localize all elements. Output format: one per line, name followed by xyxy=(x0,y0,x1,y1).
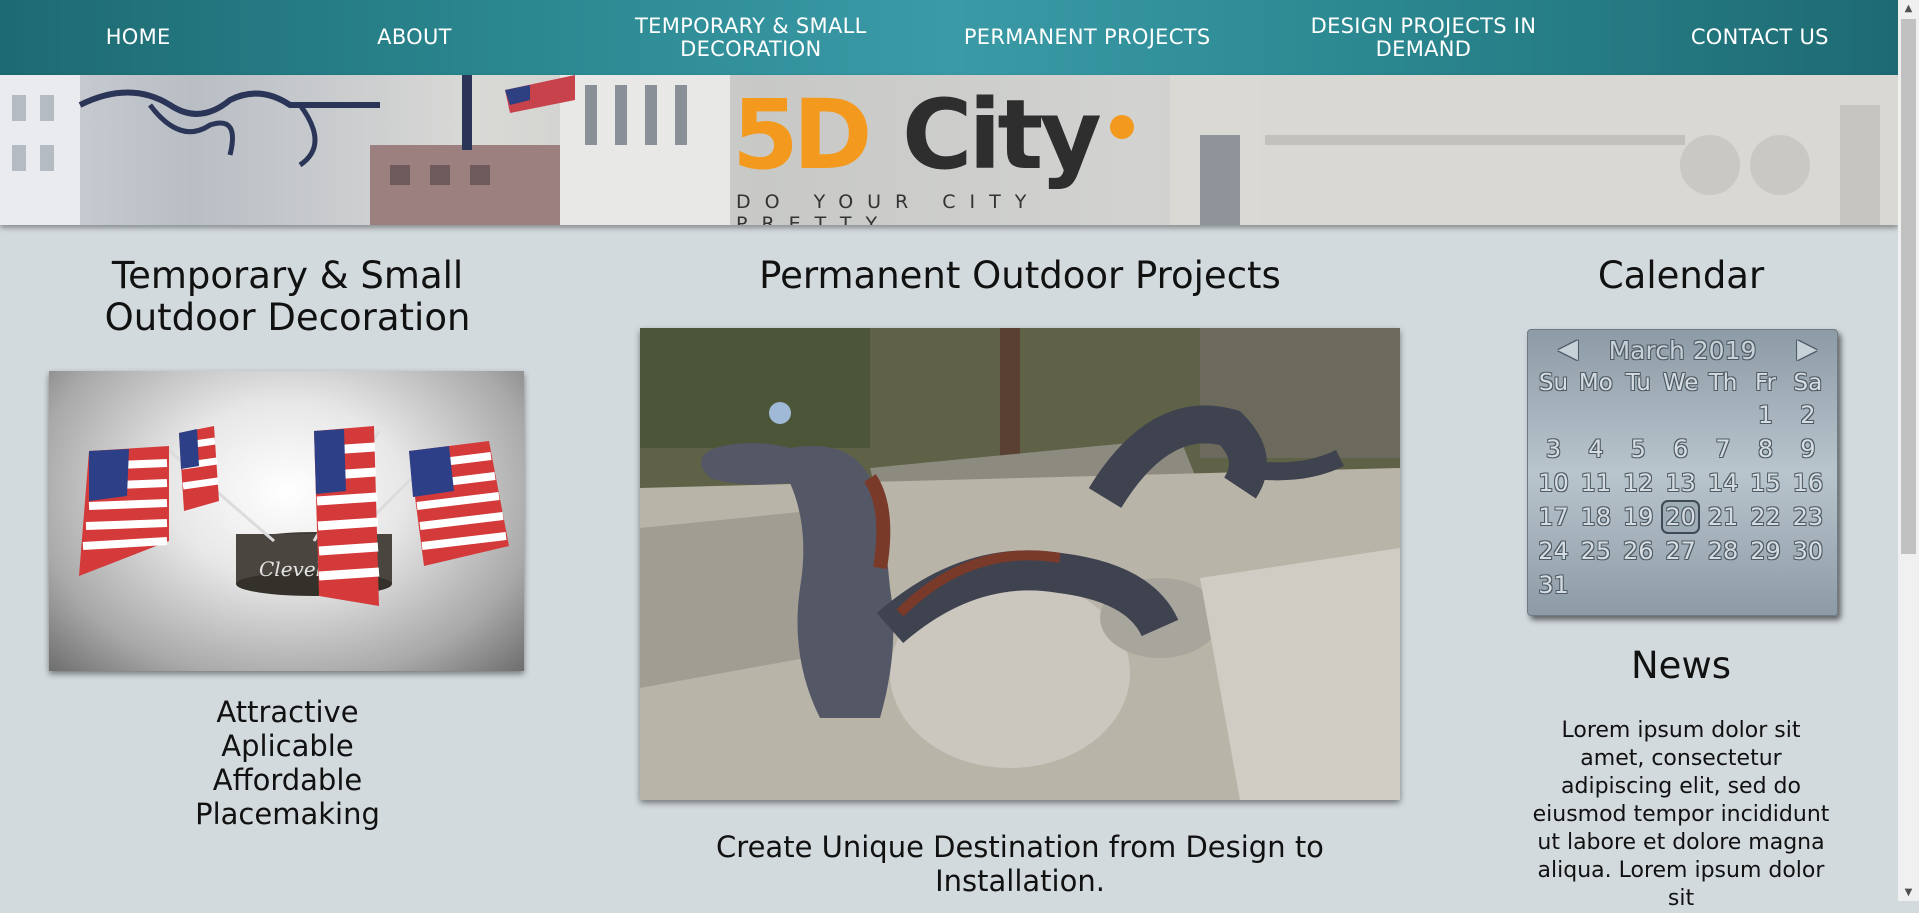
calendar-day[interactable]: 26 xyxy=(1619,534,1658,568)
calendar-week-row: 24 25 26 27 28 29 30 xyxy=(1534,534,1831,568)
temporary-decoration-heading: Temporary & Small Outdoor Decoration xyxy=(104,254,471,339)
calendar-day[interactable]: 21 xyxy=(1704,500,1743,534)
calendar-grid: Su Mo Tu We Th Fr Sa 1 2 3 4 5 6 7 8 9 1… xyxy=(1534,368,1831,602)
calendar-day[interactable]: 31 xyxy=(1534,568,1573,602)
calendar-day[interactable]: 23 xyxy=(1788,500,1827,534)
logo-dot xyxy=(1110,115,1134,139)
logo-city-text: City xyxy=(902,79,1102,191)
page-scrollbar[interactable]: ▲ ▼ xyxy=(1898,0,1919,901)
calendar-day[interactable]: 22 xyxy=(1746,500,1785,534)
calendar-day[interactable]: 16 xyxy=(1788,466,1827,500)
calendar-heading: Calendar xyxy=(1597,254,1765,297)
calendar-day[interactable]: 10 xyxy=(1534,466,1573,500)
calendar-day xyxy=(1746,568,1785,602)
calendar-week-row: 10 11 12 13 14 15 16 xyxy=(1534,466,1831,500)
calendar-day-today[interactable]: 20 xyxy=(1661,500,1701,534)
weekday-label: Fr xyxy=(1754,370,1776,396)
calendar-day[interactable]: 14 xyxy=(1704,466,1743,500)
weekday-label: Th xyxy=(1708,370,1738,396)
calendar-day[interactable]: 13 xyxy=(1661,466,1700,500)
calendar-week-row: 17 18 19 20 21 22 23 xyxy=(1534,500,1831,534)
calendar-day[interactable]: 29 xyxy=(1746,534,1785,568)
weekday-label: We xyxy=(1662,370,1699,396)
calendar-day[interactable]: 7 xyxy=(1704,432,1743,466)
calendar-day xyxy=(1576,568,1615,602)
calendar-day[interactable]: 11 xyxy=(1576,466,1615,500)
calendar-day[interactable]: 2 xyxy=(1788,398,1827,432)
weekday-label: Tu xyxy=(1625,370,1651,396)
benefit-placemaking: Placemaking xyxy=(195,797,380,831)
calendar-day xyxy=(1619,568,1658,602)
calendar-weekday-row: Su Mo Tu We Th Fr Sa xyxy=(1534,368,1831,398)
calendar-day xyxy=(1704,398,1743,432)
weekday-label: Su xyxy=(1538,370,1569,396)
calendar-day[interactable]: 30 xyxy=(1788,534,1827,568)
permanent-projects-caption: Create Unique Destination from Design to… xyxy=(716,830,1324,898)
cleveland-logo-text: Clevel xyxy=(259,557,322,581)
calendar-day xyxy=(1534,398,1573,432)
header-banner: 5D City DO YOUR CITY PRETTY xyxy=(0,75,1898,225)
calendar-day[interactable]: 3 xyxy=(1534,432,1573,466)
calendar-day[interactable]: 1 xyxy=(1746,398,1785,432)
logo-tagline: DO YOUR CITY PRETTY xyxy=(736,191,1041,225)
calendar-day xyxy=(1661,398,1700,432)
calendar-day[interactable]: 6 xyxy=(1661,432,1700,466)
calendar-day[interactable]: 8 xyxy=(1746,432,1785,466)
benefit-aplicable: Aplicable xyxy=(221,729,354,763)
site-logo[interactable]: 5D City DO YOUR CITY PRETTY xyxy=(732,79,1168,225)
calendar-day[interactable]: 28 xyxy=(1704,534,1743,568)
scroll-up-icon[interactable]: ▲ xyxy=(1898,0,1919,17)
calendar-day[interactable]: 27 xyxy=(1661,534,1700,568)
nav-design-projects[interactable]: DESIGN PROJECTS IN DEMAND xyxy=(1225,14,1621,61)
calendar-day[interactable]: 18 xyxy=(1576,500,1615,534)
flags-product-image[interactable]: Clevel xyxy=(49,371,524,671)
calendar-week-row: 31 xyxy=(1534,568,1831,602)
calendar-day[interactable]: 9 xyxy=(1788,432,1827,466)
logo-5d-mark: 5D xyxy=(732,79,873,191)
calendar-day xyxy=(1576,398,1615,432)
benefit-attractive: Attractive xyxy=(216,695,359,729)
dragon-sculpture-image[interactable] xyxy=(640,328,1400,800)
calendar-day[interactable]: 17 xyxy=(1534,500,1573,534)
nav-temporary-decoration[interactable]: TEMPORARY & SMALL DECORATION xyxy=(553,14,949,61)
calendar-day[interactable]: 4 xyxy=(1576,432,1615,466)
calendar-day[interactable]: 19 xyxy=(1619,500,1658,534)
scrollbar-thumb[interactable] xyxy=(1901,19,1916,554)
main-nav: HOME ABOUT TEMPORARY & SMALL DECORATION … xyxy=(0,0,1898,75)
dragon-sculpture-photo xyxy=(640,328,1400,800)
calendar-day xyxy=(1788,568,1827,602)
benefit-affordable: Affordable xyxy=(212,763,363,797)
calendar-week-row: 1 2 xyxy=(1534,398,1831,432)
calendar-next-icon[interactable]: ▶ xyxy=(1797,334,1817,364)
calendar-day[interactable]: 25 xyxy=(1576,534,1615,568)
news-body: Lorem ipsum dolor sit amet, consectetur … xyxy=(1532,718,1830,911)
calendar-day[interactable]: 24 xyxy=(1534,534,1573,568)
news-heading: News xyxy=(1631,644,1731,687)
nav-home[interactable]: HOME xyxy=(0,26,276,49)
permanent-projects-heading: Permanent Outdoor Projects xyxy=(759,254,1281,297)
calendar-widget: ◀ March 2019 ▶ Su Mo Tu We Th Fr Sa 1 2 … xyxy=(1527,329,1838,616)
calendar-day[interactable]: 5 xyxy=(1619,432,1658,466)
weekday-label: Mo xyxy=(1578,370,1613,396)
calendar-week-row: 3 4 5 6 7 8 9 xyxy=(1534,432,1831,466)
nav-permanent-projects[interactable]: PERMANENT PROJECTS xyxy=(949,26,1225,49)
weekday-label: Sa xyxy=(1793,370,1823,396)
calendar-day xyxy=(1704,568,1743,602)
scroll-down-icon[interactable]: ▼ xyxy=(1898,884,1919,901)
nav-contact[interactable]: CONTACT US xyxy=(1622,26,1898,49)
calendar-day[interactable]: 15 xyxy=(1746,466,1785,500)
calendar-day xyxy=(1661,568,1700,602)
calendar-day xyxy=(1619,398,1658,432)
calendar-month-label: March 2019 xyxy=(1608,336,1757,365)
calendar-day[interactable]: 12 xyxy=(1619,466,1658,500)
flags-illustration: Clevel xyxy=(79,426,509,606)
nav-about[interactable]: ABOUT xyxy=(276,26,552,49)
decoration-benefits-list: Attractive Aplicable Affordable Placemak… xyxy=(40,695,535,831)
